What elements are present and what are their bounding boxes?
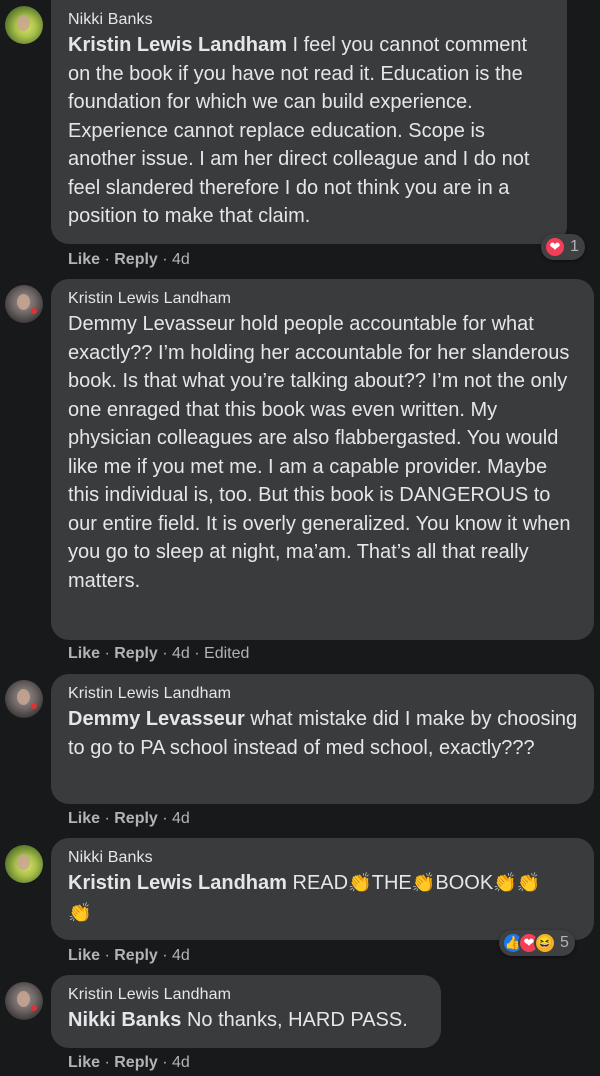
comment-author[interactable]: Nikki Banks [68, 848, 580, 868]
love-reaction-icon: ❤ [544, 236, 566, 258]
comment-bubble: Kristin Lewis Landham Demmy Levasseur ho… [51, 279, 594, 640]
comment-text: Kristin Lewis Landham I feel you cannot … [68, 34, 530, 227]
comment-timestamp[interactable]: 4d [172, 251, 190, 268]
comment-actions: Like · Reply · 4d [68, 947, 190, 964]
comment-actions: Like · Reply · 4d · Edited [68, 645, 250, 662]
reply-button[interactable]: Reply [114, 947, 158, 964]
like-button[interactable]: Like [68, 645, 100, 662]
comment-actions: Like · Reply · 4d [68, 1054, 190, 1071]
avatar[interactable] [5, 6, 43, 44]
reply-button[interactable]: Reply [114, 645, 158, 662]
comment-actions: Like · Reply · 4d [68, 810, 190, 827]
reaction-summary[interactable]: 👍 ❤ 😆 5 [499, 930, 575, 956]
clapping-hands-icon: 👏 [516, 873, 541, 894]
reaction-summary[interactable]: ❤ 1 [541, 234, 585, 260]
comment-text: Kristin Lewis Landham READ👏THE👏BOOK👏👏 👏 [68, 872, 541, 924]
haha-reaction-icon: 😆 [534, 932, 556, 954]
reply-button[interactable]: Reply [114, 251, 158, 268]
reaction-count: 5 [560, 934, 569, 951]
clapping-hands-icon: 👏 [348, 873, 372, 894]
comment-bubble: Nikki Banks Kristin Lewis Landham READ👏T… [51, 838, 594, 940]
like-button[interactable]: Like [68, 1054, 100, 1071]
comment-author[interactable]: Kristin Lewis Landham [68, 985, 427, 1005]
avatar[interactable] [5, 982, 43, 1020]
comment-author[interactable]: Kristin Lewis Landham [68, 289, 580, 309]
comment-author[interactable]: Kristin Lewis Landham [68, 684, 580, 704]
like-button[interactable]: Like [68, 810, 100, 827]
comment-timestamp[interactable]: 4d [172, 645, 190, 662]
reaction-count: 1 [570, 238, 579, 255]
avatar[interactable] [5, 680, 43, 718]
comment-bubble: Kristin Lewis Landham Demmy Levasseur wh… [51, 674, 594, 804]
mention-link[interactable]: Nikki Banks [68, 1009, 181, 1031]
clapping-hands-icon: 👏 [68, 902, 92, 924]
comment-actions: Like · Reply · 4d [68, 251, 190, 268]
like-button[interactable]: Like [68, 947, 100, 964]
avatar[interactable] [5, 845, 43, 883]
comment-bubble: Kristin Lewis Landham Nikki Banks No tha… [51, 975, 441, 1048]
comment-timestamp[interactable]: 4d [172, 1054, 190, 1071]
avatar[interactable] [5, 285, 43, 323]
comment-text: Demmy Levasseur what mistake did I make … [68, 708, 578, 759]
like-button[interactable]: Like [68, 251, 100, 268]
reply-button[interactable]: Reply [114, 810, 158, 827]
comment-text: Nikki Banks No thanks, HARD PASS. [68, 1009, 408, 1031]
comment-author[interactable]: Nikki Banks [68, 10, 553, 30]
comment-timestamp[interactable]: 4d [172, 810, 190, 827]
mention-link[interactable]: Kristin Lewis Landham [68, 872, 287, 894]
clapping-hands-icon: 👏 [411, 873, 436, 894]
comment-timestamp[interactable]: 4d [172, 947, 190, 964]
mention-link[interactable]: Kristin Lewis Landham [68, 34, 287, 56]
mention-link[interactable]: Demmy Levasseur [68, 708, 245, 730]
clapping-hands-icon: 👏 [493, 873, 517, 894]
reply-button[interactable]: Reply [114, 1054, 158, 1071]
edited-label: Edited [204, 645, 250, 662]
comment-text: Demmy Levasseur hold people accountable … [68, 313, 571, 592]
comment-bubble: Nikki Banks Kristin Lewis Landham I feel… [51, 0, 567, 244]
